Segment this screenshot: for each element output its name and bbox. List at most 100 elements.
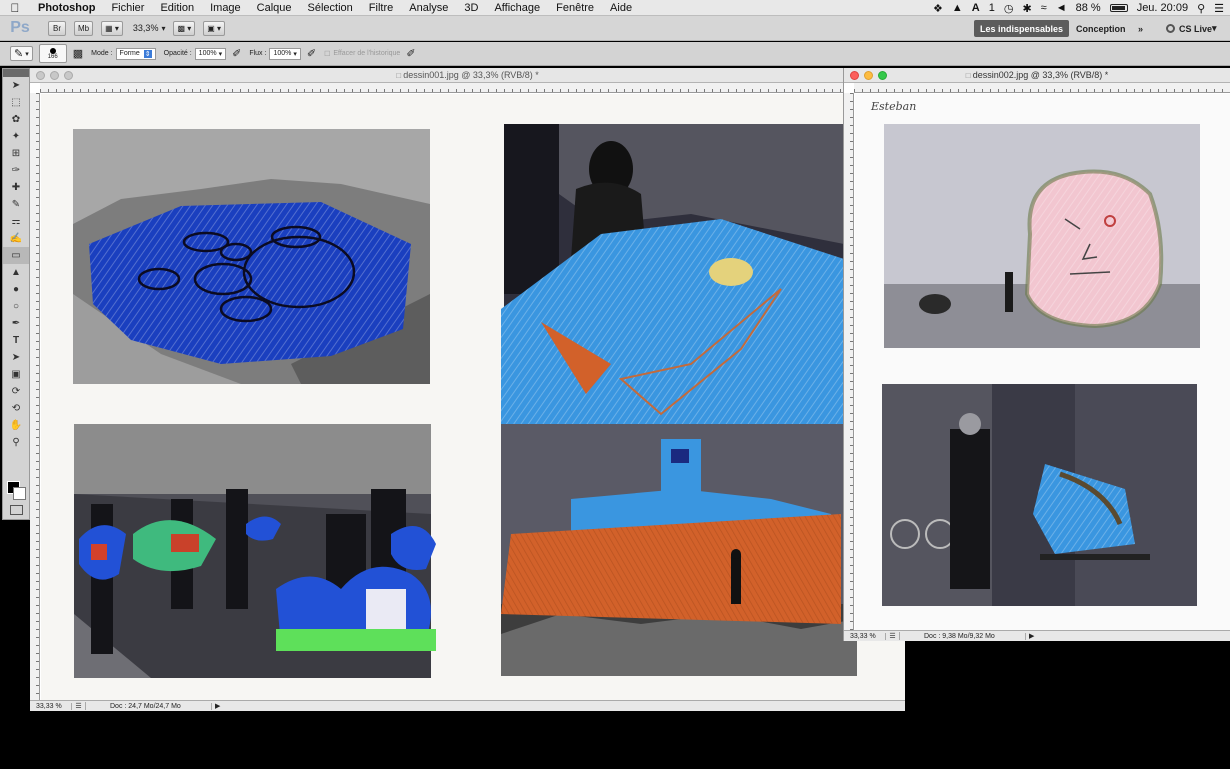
drive-icon[interactable]: ▲ — [952, 2, 963, 14]
clone-stamp-tool-icon[interactable]: ⚎ — [3, 213, 29, 230]
menu-fenetre[interactable]: Fenêtre — [548, 2, 602, 14]
move-tool-icon[interactable]: ➤ — [3, 77, 29, 94]
crop-tool-icon[interactable]: ⊞ — [3, 145, 29, 162]
menu-3d[interactable]: 3D — [456, 2, 486, 14]
volume-icon[interactable]: ◄ — [1056, 2, 1067, 14]
arrange-documents-button[interactable]: ▩ ▾ — [173, 20, 196, 36]
doc1-status-icon[interactable]: ☰ — [72, 702, 86, 710]
doc2-status-menu-icon[interactable]: ▶ — [1026, 632, 1034, 640]
doc2-vertical-ruler[interactable] — [844, 93, 854, 630]
minibridge-button[interactable]: Mb — [74, 20, 94, 36]
dropbox-icon[interactable]: ❖ — [933, 2, 943, 15]
photo-rock-pit — [73, 129, 430, 384]
workspace-design[interactable]: Conception — [1070, 20, 1132, 37]
brush-tool-icon[interactable]: ✎ — [3, 196, 29, 213]
doc1-vertical-ruler[interactable] — [30, 93, 40, 700]
toolbox-grip[interactable] — [3, 69, 29, 77]
menu-calque[interactable]: Calque — [249, 2, 300, 14]
airbrush-icon[interactable]: ✐ — [307, 47, 316, 60]
lasso-tool-icon[interactable]: ✿ — [3, 111, 29, 128]
spotlight-icon[interactable]: ⚲ — [1197, 2, 1205, 15]
time-machine-icon[interactable]: ◷ — [1004, 2, 1014, 15]
brush-panel-toggle-icon[interactable]: ▩ — [73, 47, 83, 60]
doc1-canvas[interactable] — [41, 94, 905, 700]
clock[interactable]: Jeu. 20:09 — [1137, 2, 1188, 14]
doc2-horizontal-ruler[interactable] — [854, 83, 1230, 93]
doc2-file-icon: □ — [965, 71, 973, 80]
cs-live-button[interactable]: CS Live ▾ — [1160, 20, 1223, 37]
tool-options-bar: ✎ ▾ 166 ▩ Mode : Forme ⇕ Opacité : 100% ▾ ✐… — [0, 42, 1230, 66]
hand-tool-icon[interactable]: ✋ — [3, 417, 29, 434]
zoom-level-select[interactable]: 33,3% — [133, 23, 159, 33]
bluetooth-icon[interactable]: ✱ — [1022, 2, 1031, 15]
history-brush-tool-icon[interactable]: ✍ — [3, 230, 29, 247]
photo-woman-blue-sea — [501, 124, 844, 424]
notification-list-icon[interactable]: ☰ — [1214, 2, 1224, 15]
menu-affichage[interactable]: Affichage — [486, 2, 548, 14]
background-color-swatch[interactable] — [13, 487, 26, 500]
blur-tool-icon[interactable]: ● — [3, 281, 29, 298]
zoom-tool-icon[interactable]: ⚲ — [3, 434, 29, 451]
shape-tool-icon[interactable]: ▣ — [3, 366, 29, 383]
view-extras-button[interactable]: ▦ ▾ — [101, 20, 123, 36]
apple-menu-icon[interactable]:  — [0, 1, 30, 15]
menu-aide[interactable]: Aide — [602, 2, 640, 14]
workspace-essentials[interactable]: Les indispensables — [974, 20, 1070, 37]
adobe-icon[interactable]: A — [972, 2, 980, 14]
menu-image[interactable]: Image — [202, 2, 249, 14]
menu-analyse[interactable]: Analyse — [401, 2, 456, 14]
brush-size-picker[interactable]: 166 — [38, 44, 67, 63]
quick-mask-button-icon[interactable] — [10, 505, 23, 515]
menu-edition[interactable]: Edition — [152, 2, 202, 14]
healing-brush-tool-icon[interactable]: ✚ — [3, 179, 29, 196]
doc1-zoom-field[interactable]: 33,33 % — [30, 702, 72, 710]
menu-app-name[interactable]: Photoshop — [30, 2, 103, 14]
menu-selection[interactable]: Sélection — [300, 2, 361, 14]
type-tool-icon[interactable]: T — [3, 332, 29, 349]
doc1-horizontal-ruler[interactable] — [40, 83, 905, 93]
photo-walking-people — [74, 424, 436, 678]
erase-history-checkbox[interactable]: ☐ — [324, 50, 330, 58]
doc1-titlebar[interactable]: □ dessin001.jpg @ 33,3% (RVB/8) * — [30, 68, 905, 83]
flow-input[interactable]: 100% ▾ — [269, 47, 301, 60]
battery-percent[interactable]: 88 % — [1076, 2, 1101, 14]
battery-icon[interactable] — [1109, 4, 1128, 12]
eraser-tool-icon[interactable]: ▭ — [3, 247, 29, 264]
path-selection-tool-icon[interactable]: ➤ — [3, 349, 29, 366]
doc1-minimize-button[interactable] — [50, 71, 59, 80]
doc1-artwork — [73, 124, 857, 678]
eyedropper-tool-icon[interactable]: ✑ — [3, 162, 29, 179]
pressure-opacity-icon[interactable]: ✐ — [232, 47, 241, 60]
quick-selection-tool-icon[interactable]: ✦ — [3, 128, 29, 145]
menu-filtre[interactable]: Filtre — [361, 2, 401, 14]
doc2-close-button[interactable] — [850, 71, 859, 80]
document-window-1: □ dessin001.jpg @ 33,3% (RVB/8) * 33,33 … — [30, 68, 905, 711]
doc2-canvas[interactable]: Esteban — [855, 94, 1230, 630]
mode-select[interactable]: Forme ⇕ — [115, 47, 156, 60]
photo-beach-face — [884, 124, 1200, 348]
doc1-close-button[interactable] — [36, 71, 45, 80]
bridge-button[interactable]: Br — [48, 20, 66, 36]
doc2-titlebar[interactable]: □ dessin002.jpg @ 33,3% (RVB/8) * — [844, 68, 1230, 83]
tool-preset-picker[interactable]: ✎ ▾ — [10, 46, 33, 61]
wifi-icon[interactable]: ≈ — [1041, 2, 1047, 14]
doc2-minimize-button[interactable] — [864, 71, 873, 80]
3d-orbit-tool-icon[interactable]: ⟲ — [3, 400, 29, 417]
opacity-input[interactable]: 100% ▾ — [194, 47, 227, 60]
doc2-zoom-button[interactable] — [878, 71, 887, 80]
marquee-tool-icon[interactable]: ⬚ — [3, 94, 29, 111]
menu-fichier[interactable]: Fichier — [103, 2, 152, 14]
screen-mode-button[interactable]: ▣ ▾ — [203, 20, 226, 36]
doc2-status-icon[interactable]: ☰ — [886, 632, 900, 640]
doc1-status-menu-icon[interactable]: ▶ — [212, 702, 220, 710]
gradient-tool-icon[interactable]: ▲ — [3, 264, 29, 281]
workspace-more-button[interactable]: » — [1132, 20, 1149, 37]
doc1-zoom-button[interactable] — [64, 71, 73, 80]
dodge-tool-icon[interactable]: ○ — [3, 298, 29, 315]
3d-rotate-tool-icon[interactable]: ⟳ — [3, 383, 29, 400]
pen-tool-icon[interactable]: ✒ — [3, 315, 29, 332]
pressure-size-icon[interactable]: ✐ — [406, 47, 415, 60]
doc2-zoom-field[interactable]: 33,33 % — [844, 632, 886, 640]
doc2-status-bar: 33,33 % ☰ Doc : 9,38 Mo/9,32 Mo ▶ — [844, 630, 1230, 641]
zoom-dropdown-icon[interactable]: ▾ — [161, 24, 165, 33]
